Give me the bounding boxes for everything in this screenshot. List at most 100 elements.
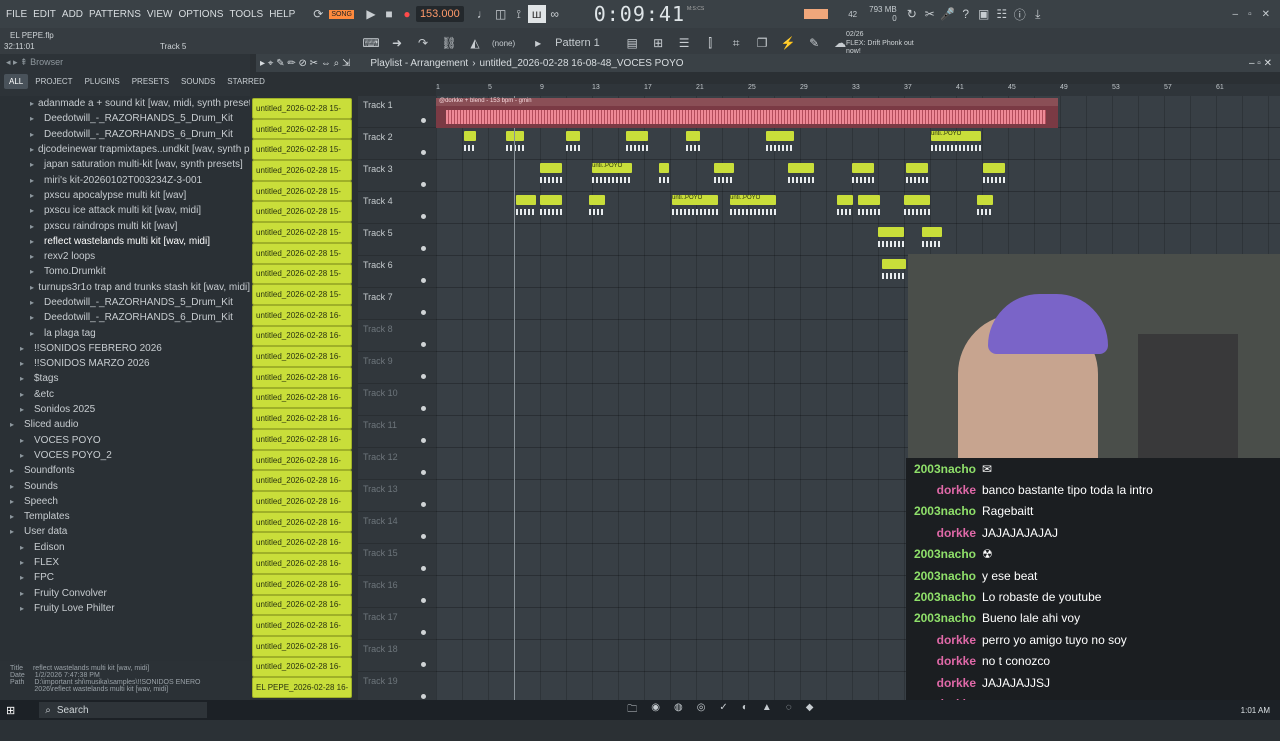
- track-enable-icon[interactable]: [421, 342, 426, 347]
- pattern-item[interactable]: untitled_2026-02-28 16-: [252, 429, 352, 450]
- browser-item[interactable]: ▸Deedotwill_-_RAZORHANDS_5_Drum_Kit: [0, 295, 250, 310]
- metronome-small-icon[interactable]: ◭: [466, 34, 484, 52]
- playlist-icon[interactable]: ▤: [623, 34, 641, 52]
- browser-item[interactable]: ▸Sonidos 2025: [0, 402, 250, 417]
- track-enable-icon[interactable]: [421, 118, 426, 123]
- browser-item[interactable]: ▸Edison: [0, 540, 250, 555]
- browser-item[interactable]: ▸turnups3r1o trap and trunks stash kit […: [0, 280, 250, 295]
- countdown-icon[interactable]: ⟟: [510, 5, 528, 23]
- track-enable-icon[interactable]: [421, 566, 426, 571]
- pattern-item[interactable]: untitled_2026-02-28 16-: [252, 408, 352, 429]
- stop-icon[interactable]: ■: [380, 5, 398, 23]
- cut-icon[interactable]: ✂: [921, 5, 939, 23]
- playhead[interactable]: [514, 96, 515, 700]
- track-header[interactable]: Track 14: [358, 512, 436, 544]
- track-header[interactable]: Track 10: [358, 384, 436, 416]
- browser-item[interactable]: ▸$tags: [0, 371, 250, 386]
- minimize-icon[interactable]: –: [1233, 9, 1239, 20]
- keyboard-icon[interactable]: ⌨: [362, 34, 380, 52]
- track-header[interactable]: Track 2: [358, 128, 436, 160]
- pattern-clip[interactable]: unti..POYO: [931, 131, 981, 141]
- help-icon[interactable]: ?: [957, 5, 975, 23]
- pattern-clip[interactable]: [626, 131, 648, 141]
- browser-item[interactable]: ▸Deedotwill_-_RAZORHANDS_6_Drum_Kit: [0, 127, 250, 142]
- play-icon[interactable]: ▶: [362, 5, 380, 23]
- browser-item[interactable]: ▸la plaga tag: [0, 325, 250, 340]
- pattern-item[interactable]: untitled_2026-02-28 16-: [252, 532, 352, 553]
- pattern-clip[interactable]: [540, 195, 562, 205]
- track-enable-icon[interactable]: [421, 438, 426, 443]
- metronome-icon[interactable]: ♩: [474, 5, 492, 23]
- track-header[interactable]: Track 1: [358, 96, 436, 128]
- pattern-clip[interactable]: [904, 195, 930, 205]
- browser-item[interactable]: ▸!!SONIDOS MARZO 2026: [0, 356, 250, 371]
- track-header[interactable]: Track 12: [358, 448, 436, 480]
- pattern-item[interactable]: untitled_2026-02-28 16-: [252, 512, 352, 533]
- pattern-item[interactable]: untitled_2026-02-28 16-: [252, 636, 352, 657]
- browser-item[interactable]: ▸FLEX: [0, 555, 250, 570]
- menu-patterns[interactable]: PATTERNS: [89, 9, 141, 20]
- browser-tab-plugins[interactable]: PLUGINS: [80, 74, 125, 89]
- maximize-icon[interactable]: ▫: [1248, 9, 1252, 20]
- track-enable-icon[interactable]: [421, 406, 426, 411]
- browser-item[interactable]: ▸Tomo.Drumkit: [0, 264, 250, 279]
- browser-item[interactable]: ▸miri's kit-20260102T003234Z-3-001: [0, 172, 250, 187]
- pattern-item[interactable]: untitled_2026-02-28 15-: [252, 119, 352, 140]
- browser-item[interactable]: ▸User data: [0, 524, 250, 539]
- time-display[interactable]: 0:09:41 M:S:CS: [594, 2, 705, 26]
- pattern-clip[interactable]: [516, 195, 536, 205]
- discord-icon[interactable]: ◉: [651, 702, 660, 719]
- close-icon[interactable]: ✕: [1262, 9, 1270, 20]
- pattern-item[interactable]: untitled_2026-02-28 15-: [252, 181, 352, 202]
- triangle-right-icon[interactable]: ▸: [529, 34, 547, 52]
- tempo-display[interactable]: 153.000: [416, 6, 464, 22]
- browser-item[interactable]: ▸FPC: [0, 570, 250, 585]
- obs-icon[interactable]: ◌: [786, 702, 792, 719]
- browser-item[interactable]: ▸Soundfonts: [0, 463, 250, 478]
- plug-icon[interactable]: ⚡: [779, 34, 797, 52]
- undo-history-icon[interactable]: ↻: [903, 5, 921, 23]
- audio-clip[interactable]: @dorkke + blend - 153 bpm - gmin: [436, 98, 1058, 128]
- browser-item[interactable]: ▸reflect wastelands multi kit [wav, midi…: [0, 234, 250, 249]
- pattern-selector[interactable]: Pattern 1: [555, 37, 615, 49]
- pattern-item[interactable]: untitled_2026-02-28 16-: [252, 388, 352, 409]
- vlc-icon[interactable]: ▲: [762, 702, 772, 719]
- browser-tab-sounds[interactable]: SOUNDS: [176, 74, 220, 89]
- pattern-item[interactable]: untitled_2026-02-28 15-: [252, 201, 352, 222]
- track-enable-icon[interactable]: [421, 534, 426, 539]
- track-enable-icon[interactable]: [421, 278, 426, 283]
- track-enable-icon[interactable]: [421, 694, 426, 699]
- pattern-clip[interactable]: [837, 195, 853, 205]
- link-icon[interactable]: ⛓: [440, 34, 458, 52]
- track-header[interactable]: Track 17: [358, 608, 436, 640]
- plugin-icon[interactable]: ⌗: [727, 34, 745, 52]
- track-enable-icon[interactable]: [421, 182, 426, 187]
- pattern-item[interactable]: untitled_2026-02-28 16-: [252, 574, 352, 595]
- redo-icon[interactable]: ↷: [414, 34, 432, 52]
- track-enable-icon[interactable]: [421, 502, 426, 507]
- pattern-item[interactable]: untitled_2026-02-28 16-: [252, 657, 352, 678]
- pattern-item[interactable]: untitled_2026-02-28 15-: [252, 98, 352, 119]
- pattern-clip[interactable]: [788, 163, 814, 173]
- pattern-clip[interactable]: [858, 195, 880, 205]
- browser-item[interactable]: ▸Fruity Love Philter: [0, 601, 250, 616]
- pattern-clip[interactable]: [882, 259, 906, 269]
- browser-item[interactable]: ▸Sliced audio: [0, 417, 250, 432]
- song-mode-badge[interactable]: SONG: [329, 10, 354, 19]
- browser-item[interactable]: ▸pxscu raindrops multi kit [wav]: [0, 218, 250, 233]
- browser-tab-presets[interactable]: PRESETS: [127, 74, 174, 89]
- pattern-item[interactable]: untitled_2026-02-28 15-: [252, 243, 352, 264]
- pattern-item[interactable]: untitled_2026-02-28 16-: [252, 595, 352, 616]
- edge-icon[interactable]: ◐: [742, 702, 748, 719]
- record-icon[interactable]: ●: [398, 5, 416, 23]
- track-enable-icon[interactable]: [421, 310, 426, 315]
- timeline-ruler[interactable]: 15913172125293337414549535761: [436, 84, 1280, 96]
- browser-tab-starred[interactable]: STARRED: [222, 74, 270, 89]
- copy-icon[interactable]: ❐: [753, 34, 771, 52]
- pattern-item[interactable]: untitled_2026-02-28 16-: [252, 491, 352, 512]
- arrows-icon[interactable]: ◂ ▸ ⇞: [6, 57, 30, 67]
- pattern-item[interactable]: untitled_2026-02-28 16-: [252, 305, 352, 326]
- brush-icon[interactable]: ✎: [805, 34, 823, 52]
- playlist-tools-icon[interactable]: ▸ ⌖ ✎ ✏ ⊘ ✂ ⇔ ⌕ ⇲: [260, 58, 350, 69]
- save-icon[interactable]: ▣: [975, 5, 993, 23]
